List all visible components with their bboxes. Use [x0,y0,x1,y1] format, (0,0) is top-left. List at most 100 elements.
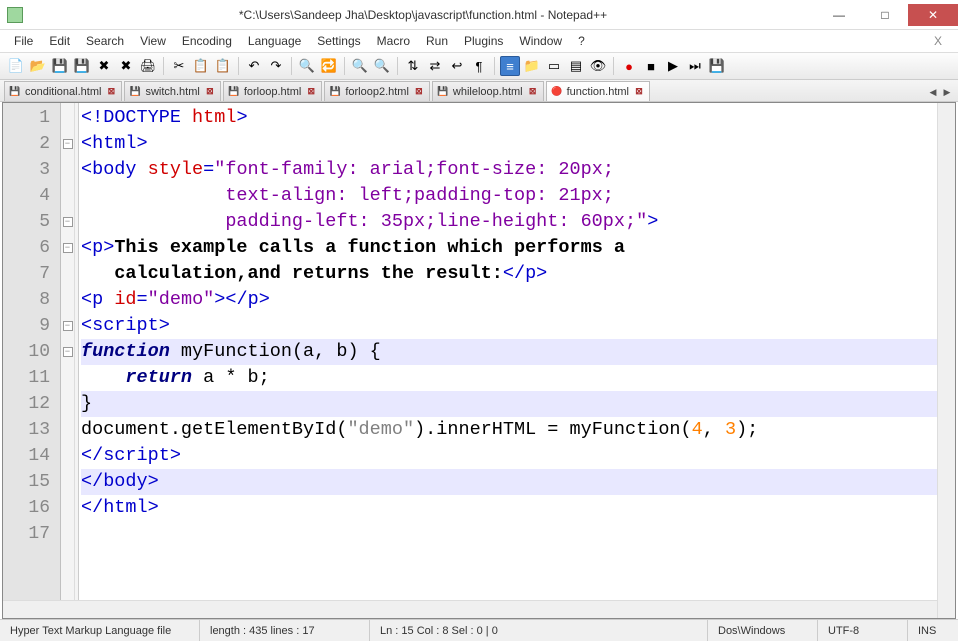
status-eol: Dos\Windows [708,620,818,641]
allchars-icon[interactable]: ¶ [469,56,489,76]
menu-file[interactable]: File [8,32,39,50]
menu-encoding[interactable]: Encoding [176,32,238,50]
fold-toggle-icon[interactable]: − [63,139,73,149]
zoom-in-icon[interactable]: 🔍 [350,56,370,76]
statusbar: Hyper Text Markup Language file length :… [0,619,958,641]
menubar: File Edit Search View Encoding Language … [0,30,958,52]
menu-close-x[interactable]: X [928,32,950,50]
menu-settings[interactable]: Settings [311,32,366,50]
tab-label: function.html [567,86,629,98]
tab-scroll-left-icon[interactable]: ◀ [926,83,940,101]
minimize-button[interactable]: — [816,4,862,26]
code-line[interactable]: text-align: left;padding-top: 21px; [81,183,937,209]
stop-icon[interactable]: ■ [641,56,661,76]
code-line[interactable]: <script> [81,313,937,339]
code-line[interactable]: calculation,and returns the result:</p> [81,261,937,287]
tab-close-icon[interactable]: ⊠ [204,86,216,98]
code-line[interactable]: <p id="demo"></p> [81,287,937,313]
code-line[interactable]: <p>This example calls a function which p… [81,235,937,261]
titlebar: *C:\Users\Sandeep Jha\Desktop\javascript… [0,0,958,30]
open-file-icon[interactable]: 📂 [28,56,48,76]
code-line[interactable]: document.getElementById("demo").innerHTM… [81,417,937,443]
saved-file-icon: 💾 [437,86,449,98]
cut-icon[interactable]: ✂ [169,56,189,76]
menu-macro[interactable]: Macro [371,32,416,50]
sync-h-icon[interactable]: ⇄ [425,56,445,76]
play-icon[interactable]: ▶ [663,56,683,76]
tab-switch-html[interactable]: 💾switch.html⊠ [124,81,220,101]
find-icon[interactable]: 🔍 [297,56,317,76]
undo-icon[interactable]: ↶ [244,56,264,76]
code-line[interactable]: return a * b; [81,365,937,391]
saved-file-icon: 💾 [228,86,240,98]
code-line[interactable]: <body style="font-family: arial;font-siz… [81,157,937,183]
zoom-out-icon[interactable]: 🔍 [372,56,392,76]
tab-label: switch.html [145,86,199,98]
tab-forloop-html[interactable]: 💾forloop.html⊠ [223,81,322,101]
tab-forloop2-html[interactable]: 💾forloop2.html⊠ [324,81,430,101]
code-line[interactable]: </script> [81,443,937,469]
window-title: *C:\Users\Sandeep Jha\Desktop\javascript… [30,8,816,22]
vertical-scrollbar[interactable] [937,103,955,618]
tab-close-icon[interactable]: ⊠ [305,86,317,98]
horizontal-scrollbar[interactable] [3,600,937,618]
redo-icon[interactable]: ↷ [266,56,286,76]
status-mode: INS [908,620,958,641]
wrap-icon[interactable]: ↩ [447,56,467,76]
record-icon[interactable]: ● [619,56,639,76]
func-list-icon[interactable]: ▤ [566,56,586,76]
doc-map-icon[interactable]: ▭ [544,56,564,76]
code-area[interactable]: <!DOCTYPE html><html><body style="font-f… [79,103,937,618]
replace-icon[interactable]: 🔁 [319,56,339,76]
tab-conditional-html[interactable]: 💾conditional.html⊠ [4,81,122,101]
menu-plugins[interactable]: Plugins [458,32,509,50]
code-line[interactable]: <html> [81,131,937,157]
fold-toggle-icon[interactable]: − [63,347,73,357]
tab-close-icon[interactable]: ⊠ [527,86,539,98]
indent-guide-icon[interactable]: ≡ [500,56,520,76]
close-file-icon[interactable]: ✖ [94,56,114,76]
code-line[interactable]: } [81,391,937,417]
menu-window[interactable]: Window [513,32,568,50]
tab-whileloop-html[interactable]: 💾 whileloop.html ⊠ [432,81,544,101]
fold-toggle-icon[interactable]: − [63,321,73,331]
code-line[interactable]: padding-left: 35px;line-height: 60px;"> [81,209,937,235]
code-line[interactable]: </body> [81,469,937,495]
folder-icon[interactable]: 📁 [522,56,542,76]
save-icon[interactable]: 💾 [50,56,70,76]
menu-run[interactable]: Run [420,32,454,50]
modified-file-icon: 🔴 [551,86,563,98]
tab-close-icon[interactable]: ⊠ [413,86,425,98]
close-button[interactable]: ✕ [908,4,958,26]
menu-search[interactable]: Search [80,32,130,50]
menu-edit[interactable]: Edit [43,32,76,50]
tab-function-html[interactable]: 🔴 function.html ⊠ [546,81,650,101]
monitoring-icon[interactable]: 👁 [588,56,608,76]
play-multi-icon[interactable]: ⏭ [685,56,705,76]
app-icon [0,7,30,23]
copy-icon[interactable]: 📋 [191,56,211,76]
menu-view[interactable]: View [134,32,172,50]
fold-toggle-icon[interactable]: − [63,217,73,227]
code-line[interactable]: </html> [81,495,937,521]
fold-column[interactable]: − − − − − [61,103,75,618]
code-line[interactable]: <!DOCTYPE html> [81,105,937,131]
status-position: Ln : 15 Col : 8 Sel : 0 | 0 [370,620,708,641]
tab-label: whileloop.html [453,86,523,98]
save-all-icon[interactable]: 💾 [72,56,92,76]
paste-icon[interactable]: 📋 [213,56,233,76]
save-macro-icon[interactable]: 💾 [707,56,727,76]
tab-scroll-right-icon[interactable]: ▶ [940,83,954,101]
code-line[interactable] [81,521,937,547]
maximize-button[interactable]: □ [862,4,908,26]
tab-close-icon[interactable]: ⊠ [105,86,117,98]
menu-language[interactable]: Language [242,32,307,50]
new-file-icon[interactable]: 📄 [6,56,26,76]
code-line[interactable]: function myFunction(a, b) { [81,339,937,365]
sync-v-icon[interactable]: ⇅ [403,56,423,76]
fold-toggle-icon[interactable]: − [63,243,73,253]
menu-help[interactable]: ? [572,32,591,50]
tab-close-icon[interactable]: ⊠ [633,86,645,98]
print-icon[interactable]: 🖨 [138,56,158,76]
close-all-icon[interactable]: ✖ [116,56,136,76]
